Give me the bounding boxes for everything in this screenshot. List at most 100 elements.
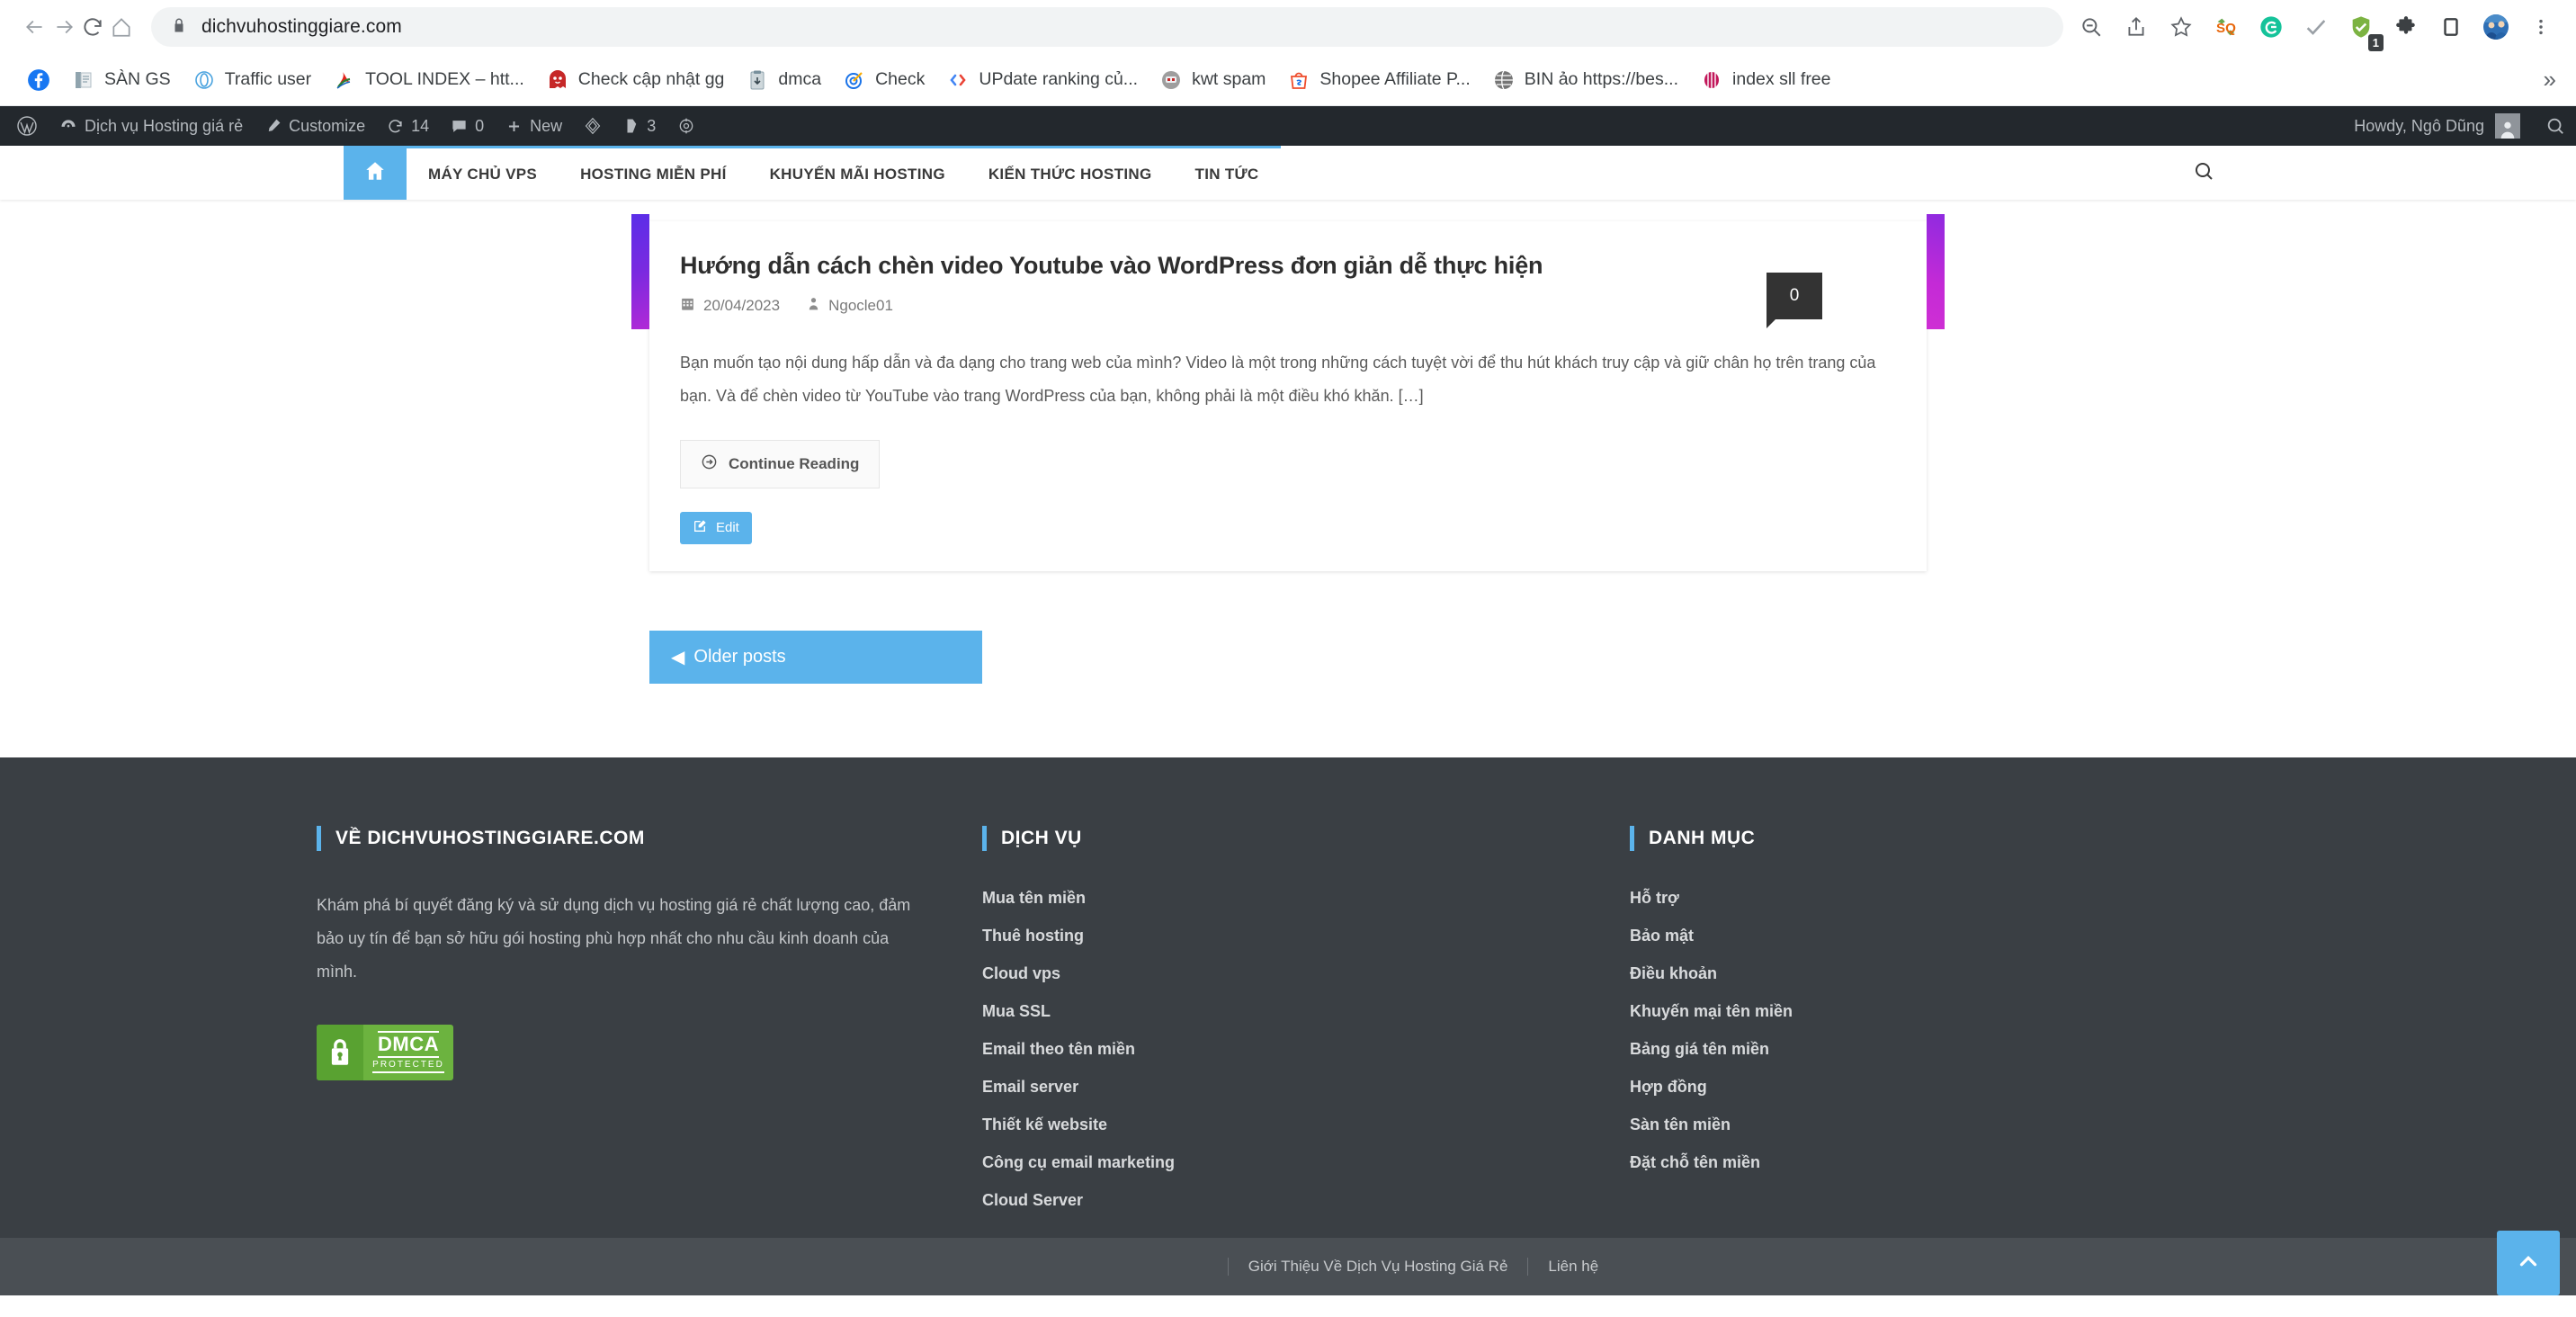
browser-menu-icon[interactable] [2520,6,2562,48]
comment-count-badge[interactable]: 0 [1767,273,1822,328]
wp-updates-button[interactable]: 14 [376,106,440,146]
bookmark-index-sll-free[interactable]: index sll free [1689,63,1841,97]
address-bar[interactable]: dichvuhostinggiare.com [151,7,2063,47]
adblock-extension-icon[interactable]: 1 [2340,6,2384,51]
post-author: Ngocle01 [807,296,893,316]
footer-link-cloud-server[interactable]: Cloud Server [982,1191,1594,1210]
footer-bottom-link-lien-he[interactable]: Liên hệ [1527,1258,1618,1276]
site-footer: VỀ DICHVUHOSTINGGIARE.COM Khám phá bí qu… [0,757,2576,1238]
post-author-label: Ngocle01 [828,297,893,314]
wp-yoast-button[interactable]: 3 [613,106,666,146]
bookmark-traffic-user[interactable]: Traffic user [182,63,322,97]
footer-link-thue-hosting[interactable]: Thuê hosting [982,927,1594,945]
back-button[interactable] [23,4,47,50]
continue-reading-button[interactable]: Continue Reading [680,439,881,488]
wp-site-name-button[interactable]: Dịch vụ Hosting giá rẻ [49,106,254,146]
bookmark-kwt-spam[interactable]: kwt spam [1149,63,1276,97]
footer-column-about: VỀ DICHVUHOSTINGGIARE.COM Khám phá bí qu… [317,826,982,1229]
nav-item-may-chu-vps[interactable]: MÁY CHỦ VPS [407,146,559,200]
footer-link-email-theo-ten-mien[interactable]: Email theo tên miền [982,1040,1594,1059]
bookmark-check[interactable]: Check [832,63,935,97]
older-posts-button[interactable]: ◀ Older posts [649,630,982,684]
dmca-protected-badge[interactable]: DMCA PROTECTED [317,1024,453,1080]
nav-item-kien-thuc-hosting[interactable]: KIẾN THỨC HOSTING [966,146,1174,200]
scroll-to-top-button[interactable] [2497,1231,2560,1295]
footer-link-hop-dong[interactable]: Hợp đồng [1630,1078,2223,1097]
home-button[interactable] [110,4,133,50]
elementor-icon[interactable] [573,106,613,146]
accent-bar [1630,826,1634,851]
footer-link-dat-cho-ten-mien[interactable]: Đặt chỗ tên miền [1630,1153,2223,1172]
post-title[interactable]: Hướng dẫn cách chèn video Youtube vào Wo… [680,252,1896,280]
edit-post-button[interactable]: Edit [680,511,752,544]
adblock-badge-count: 1 [2367,34,2384,51]
footer-about-text: Khám phá bí quyết đăng ký và sử dụng dịc… [317,896,911,981]
bookmark-label: Shopee Affiliate P... [1319,69,1471,89]
bookmark-update-ranking[interactable]: UPdate ranking củ... [935,63,1149,97]
nav-item-hosting-mien-phi[interactable]: HOSTING MIỄN PHÍ [559,146,748,200]
footer-link-cong-cu-email-marketing[interactable]: Công cụ email marketing [982,1153,1594,1172]
footer-columns: VỀ DICHVUHOSTINGGIARE.COM Khám phá bí qu… [317,826,2259,1229]
bookmark-facebook[interactable] [16,63,61,97]
wp-account-menu[interactable]: Howdy, Ngô Dũng [2339,106,2535,146]
nav-search-button[interactable] [2175,146,2232,200]
chevron-up-icon [2515,1248,2542,1279]
footer-title-about: VỀ DICHVUHOSTINGGIARE.COM [335,828,645,848]
code-icon [946,68,970,92]
wp-site-name-label: Dịch vụ Hosting giá rẻ [85,116,244,135]
page-body: Hướng dẫn cách chèn video Youtube vào Wo… [0,200,2576,757]
nav-item-khuyen-mai-hosting[interactable]: KHUYẾN MÃI HOSTING [747,146,967,200]
share-icon[interactable] [2115,6,2157,48]
checkmark-extension-icon[interactable] [2295,6,2337,48]
footer-link-email-server[interactable]: Email server [982,1078,1594,1097]
seoquake-extension-icon[interactable]: SQ [2205,6,2247,48]
nav-item-tin-tuc[interactable]: TIN TỨC [1173,146,1281,200]
wp-customize-button[interactable]: Customize [254,106,376,146]
footer-link-dieu-khoan[interactable]: Điều khoản [1630,964,2223,983]
reload-button[interactable] [81,4,104,50]
comment-count-label: 0 [1789,286,1800,305]
footer-link-khuyen-mai-ten-mien[interactable]: Khuyến mại tên miền [1630,1002,2223,1021]
bookmarks-overflow-button[interactable]: » [2544,66,2556,94]
lock-icon [171,17,187,38]
bookmark-tool-index[interactable]: TOOL INDEX – htt... [322,63,535,97]
target-icon [843,68,866,92]
triangle-left-icon: ◀ [671,647,685,667]
bookmark-star-icon[interactable] [2160,6,2202,48]
wp-comments-count: 0 [475,116,485,135]
footer-link-bang-gia-ten-mien[interactable]: Bảng giá tên miền [1630,1040,2223,1059]
nav-home-button[interactable] [344,146,407,200]
bookmark-dmca[interactable]: dmca [735,63,832,97]
bookmark-san-gs[interactable]: SÀN GS [61,63,182,97]
dmca-sub-label: PROTECTED [372,1061,444,1074]
footer-heading: DỊCH VỤ [982,826,1594,851]
footer-link-cloud-vps[interactable]: Cloud vps [982,964,1594,983]
wp-new-button[interactable]: New [495,106,573,146]
clipboard-icon [746,68,769,92]
profile-avatar-icon[interactable] [2475,6,2517,48]
wp-comments-button[interactable]: 0 [440,106,495,146]
footer-link-san-ten-mien[interactable]: Sàn tên miền [1630,1115,2223,1134]
footer-column-services: DỊCH VỤ Mua tên miền Thuê hosting Cloud … [982,826,1630,1229]
zoom-out-icon[interactable] [2071,6,2112,48]
footer-title-categories: DANH MỤC [1649,828,1756,848]
footer-link-ho-tro[interactable]: Hỗ trợ [1630,889,2223,908]
bookmark-shopee-affiliate[interactable]: Shopee Affiliate P... [1276,63,1480,97]
extensions-puzzle-icon[interactable] [2385,6,2427,48]
autoptimize-icon[interactable] [666,106,706,146]
bookmark-check-cap-nhat-gg[interactable]: Check cập nhật gg [535,63,736,97]
footer-link-thiet-ke-website[interactable]: Thiết kế website [982,1115,1594,1134]
grammarly-extension-icon[interactable] [2250,6,2292,48]
bookmark-bin-ao[interactable]: BIN ảo https://bes... [1481,63,1689,97]
sidepanel-icon[interactable] [2430,6,2472,48]
footer-link-mua-ten-mien[interactable]: Mua tên miền [982,889,1594,908]
wp-logo-button[interactable] [5,106,49,146]
lock-icon [317,1024,363,1080]
older-posts-label: Older posts [693,646,786,667]
footer-link-bao-mat[interactable]: Bảo mật [1630,927,2223,945]
forward-button[interactable] [52,4,76,50]
footer-link-mua-ssl[interactable]: Mua SSL [982,1002,1594,1021]
ghost-icon [546,68,569,92]
footer-bottom-link-gioi-thieu[interactable]: Giới Thiệu Về Dịch Vụ Hosting Giá Rẻ [1227,1258,1528,1276]
wp-search-button[interactable] [2535,106,2576,146]
